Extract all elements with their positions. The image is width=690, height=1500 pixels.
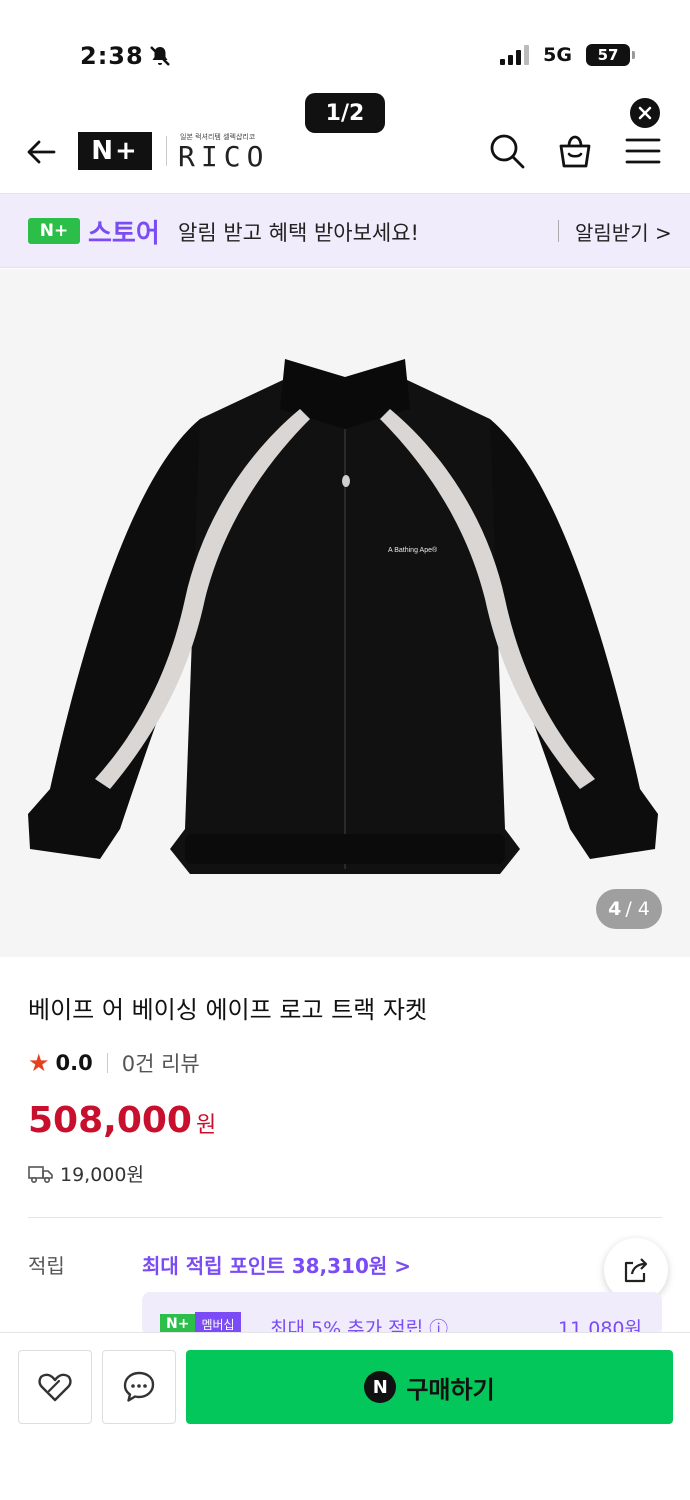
battery-icon: 57	[586, 44, 635, 66]
wishlist-button[interactable]	[18, 1350, 92, 1424]
image-counter-total: / 4	[625, 898, 650, 920]
store-logo[interactable]: RICO	[178, 140, 269, 173]
buy-button[interactable]: N 구매하기	[186, 1350, 673, 1424]
logo-divider	[166, 136, 167, 166]
product-image-gallery[interactable]: A Bathing Ape® 4 / 4	[0, 269, 690, 957]
shipping-row: 19,000원	[28, 1160, 144, 1187]
product-photo-jacket: A Bathing Ape®	[28, 359, 658, 874]
section-divider	[28, 1217, 662, 1218]
review-count[interactable]: 0건 리뷰	[122, 1048, 200, 1078]
notification-banner[interactable]: N+ 스토어 알림 받고 혜택 받아보세요! 알림받기 >	[0, 193, 690, 268]
membership-badge-np: N+	[160, 1314, 196, 1334]
status-indicators: 5G 57	[500, 44, 635, 66]
bell-muted-icon	[150, 46, 170, 66]
share-icon	[624, 1258, 648, 1283]
status-bar: 2:38 5G 57	[0, 0, 690, 90]
network-label: 5G	[543, 44, 572, 66]
talk-talk-button[interactable]	[102, 1350, 176, 1424]
heart-icon	[38, 1373, 72, 1402]
back-arrow-icon[interactable]	[24, 134, 60, 170]
shopping-bag-icon[interactable]	[556, 132, 594, 170]
store-header: N+ 일본 럭셔리템 셀렉샵리코 RICO	[0, 110, 690, 192]
banner-message: 알림 받고 혜택 받아보세요!	[178, 221, 419, 245]
truck-icon	[28, 1165, 53, 1183]
chat-bubble-icon	[123, 1371, 155, 1402]
product-title: 베이프 어 베이싱 에이프 로고 트랙 자켓	[28, 996, 428, 1024]
rating-score: 0.0	[55, 1051, 93, 1075]
points-link[interactable]: 최대 적립 포인트 38,310원 >	[142, 1250, 411, 1279]
buy-button-label: 구매하기	[406, 1375, 495, 1404]
points-label: 적립	[28, 1254, 65, 1278]
price-row: 508,000 원	[28, 1100, 216, 1141]
naver-n-icon: N	[364, 1371, 397, 1403]
banner-store-label: 스토어	[88, 219, 160, 249]
jacket-print-text: A Bathing Ape®	[388, 546, 438, 554]
nplus-badge: N+	[28, 218, 80, 244]
star-icon: ★	[28, 1049, 50, 1077]
image-counter: 4 / 4	[596, 889, 662, 929]
shipping-fee: 19,000원	[60, 1164, 144, 1186]
battery-level: 57	[597, 46, 619, 64]
status-time: 2:38	[80, 42, 144, 70]
nplus-logo[interactable]: N+	[78, 132, 152, 170]
rating-row[interactable]: ★ 0.0 0건 리뷰	[28, 1048, 200, 1078]
search-icon[interactable]	[488, 132, 526, 170]
banner-divider	[558, 220, 559, 242]
header-actions	[488, 132, 662, 170]
rating-divider	[106, 1053, 108, 1073]
product-price: 508,000	[28, 1100, 192, 1141]
membership-points-box[interactable]: N+ 멤버십 최대 5% 추가 적립 ⓘ 11,080원	[142, 1292, 662, 1336]
menu-icon[interactable]	[624, 132, 662, 170]
price-unit: 원	[195, 1113, 217, 1138]
image-counter-current: 4	[608, 898, 622, 920]
bottom-action-bar: N 구매하기	[0, 1332, 690, 1500]
signal-icon	[500, 45, 530, 65]
notify-button[interactable]: 알림받기 >	[575, 217, 672, 246]
